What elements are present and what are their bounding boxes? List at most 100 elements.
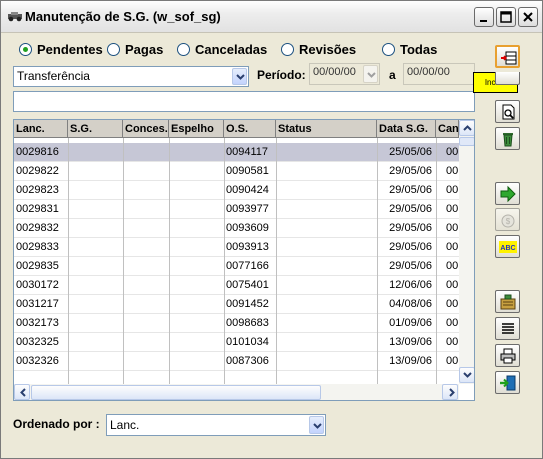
cell-data: 13/09/06 — [389, 336, 432, 348]
column-header-sg[interactable]: S.G. — [68, 120, 123, 138]
table-row[interactable]: 0032325 0101034 13/09/06 00 — [14, 333, 459, 352]
title-bar[interactable]: Manutenção de S.G. (w_sof_sg) — [1, 1, 542, 33]
type-dropdown-button[interactable] — [232, 68, 247, 85]
hidden-button[interactable] — [495, 72, 520, 85]
cell-espelho — [171, 314, 223, 333]
order-dropdown-button[interactable] — [309, 416, 324, 434]
scroll-right-button[interactable] — [442, 384, 458, 400]
period-to-value: 00/00/00 — [407, 66, 450, 78]
table-row[interactable]: 0029831 0093977 29/05/06 00 — [14, 200, 459, 219]
align-button[interactable] — [495, 317, 520, 340]
cell-sg — [70, 143, 122, 162]
cell-data: 25/05/06 — [389, 146, 432, 158]
vertical-scrollbar[interactable] — [459, 120, 474, 384]
scroll-up-button[interactable] — [459, 120, 474, 136]
cell-status — [278, 162, 376, 181]
delete-button[interactable] — [495, 127, 520, 150]
cell-lanc: 0029822 — [16, 165, 59, 177]
cell-status — [278, 276, 376, 295]
radio-label: Pagas — [125, 42, 164, 57]
period-from-dropdown[interactable] — [363, 65, 378, 83]
table-row[interactable]: 0029832 0093609 29/05/06 00 — [14, 219, 459, 238]
table-row[interactable]: 0029833 0093913 29/05/06 00 — [14, 238, 459, 257]
cell-data: 01/09/06 — [389, 317, 432, 329]
scroll-down-button[interactable] — [459, 367, 474, 383]
cell-os: 0075401 — [226, 279, 269, 291]
cell-sg — [70, 238, 122, 257]
cell-conces — [125, 257, 168, 276]
period-label: Período: — [257, 68, 306, 82]
cell-data: 29/05/06 — [389, 260, 432, 272]
spell-button[interactable]: ABC — [495, 235, 520, 258]
data-grid[interactable]: Lanc. S.G. Conces. Espelho O.S. Status D… — [13, 119, 475, 401]
table-row[interactable]: 0029816 0094117 25/05/06 00 — [14, 143, 459, 162]
column-header-conces[interactable]: Conces. — [123, 120, 169, 138]
horizontal-scroll-thumb[interactable] — [31, 385, 321, 400]
cell-status — [278, 352, 376, 371]
cell-sg — [70, 276, 122, 295]
column-header-espelho[interactable]: Espelho — [169, 120, 224, 138]
table-row[interactable]: 0031217 0091452 04/08/06 00 — [14, 295, 459, 314]
table-row[interactable]: 0032173 0098683 01/09/06 00 — [14, 314, 459, 333]
table-row[interactable]: 0030172 0075401 12/06/06 00 — [14, 276, 459, 295]
radio-dot — [281, 43, 294, 56]
cell-os: 0098683 — [226, 317, 269, 329]
print-button[interactable] — [495, 344, 520, 367]
cell-status — [278, 314, 376, 333]
cell-sg — [70, 200, 122, 219]
cell-espelho — [171, 219, 223, 238]
period-from-date[interactable]: 00/00/00 — [309, 63, 380, 85]
exit-button[interactable] — [495, 371, 520, 394]
column-header-can[interactable]: Can — [436, 120, 459, 138]
column-header-data[interactable]: Data S.G. — [377, 120, 436, 138]
close-button[interactable] — [518, 7, 538, 27]
green-arrow-icon — [500, 185, 516, 203]
cell-can: 00 — [446, 317, 459, 329]
column-divider — [68, 138, 69, 400]
cell-lanc: 0032173 — [16, 317, 59, 329]
type-dropdown-value: Transferência — [17, 69, 90, 83]
table-row[interactable]: 0029823 0090424 29/05/06 00 — [14, 181, 459, 200]
cell-os: 0090424 — [226, 184, 269, 196]
period-to-date[interactable]: 00/00/00 — [403, 63, 475, 85]
money-button[interactable]: $ — [495, 208, 520, 231]
column-header-os[interactable]: O.S. — [224, 120, 276, 138]
cell-sg — [70, 352, 122, 371]
cell-espelho — [171, 238, 223, 257]
cell-os: 0090581 — [226, 165, 269, 177]
maximize-button[interactable] — [496, 7, 516, 27]
table-row[interactable]: 0029835 0077166 29/05/06 00 — [14, 257, 459, 276]
cell-conces — [125, 162, 168, 181]
column-header-status[interactable]: Status — [276, 120, 377, 138]
cell-conces — [125, 181, 168, 200]
cell-lanc: 0029823 — [16, 184, 59, 196]
radio-dot — [107, 43, 120, 56]
table-row[interactable]: 0032326 0087306 13/09/06 00 — [14, 352, 459, 371]
table-row[interactable]: 0029822 0090581 29/05/06 00 — [14, 162, 459, 181]
order-dropdown-value: Lanc. — [110, 418, 140, 432]
cell-data: 29/05/06 — [389, 222, 432, 234]
cell-lanc: 0029835 — [16, 260, 59, 272]
order-dropdown[interactable]: Lanc. — [106, 414, 326, 436]
search-input[interactable] — [13, 91, 475, 112]
horizontal-scrollbar[interactable] — [14, 384, 459, 400]
cell-os: 0091452 — [226, 298, 269, 310]
trash-icon — [503, 133, 513, 147]
cell-lanc: 0029833 — [16, 241, 59, 253]
cell-lanc: 0031217 — [16, 298, 59, 310]
scroll-left-button[interactable] — [14, 384, 30, 400]
incluir-button[interactable] — [495, 45, 520, 68]
chevron-right-icon — [449, 388, 455, 397]
cell-conces — [125, 200, 168, 219]
go-button[interactable] — [495, 182, 520, 205]
svg-text:$: $ — [506, 217, 511, 226]
minimize-button[interactable] — [474, 7, 494, 27]
column-header-lanc[interactable]: Lanc. — [14, 120, 68, 138]
type-dropdown[interactable]: Transferência — [13, 66, 249, 87]
export-button[interactable] — [495, 290, 520, 313]
cell-espelho — [171, 352, 223, 371]
preview-button[interactable] — [495, 100, 520, 123]
vertical-scroll-thumb[interactable] — [459, 137, 474, 146]
cell-conces — [125, 295, 168, 314]
cell-can: 00 — [446, 203, 459, 215]
